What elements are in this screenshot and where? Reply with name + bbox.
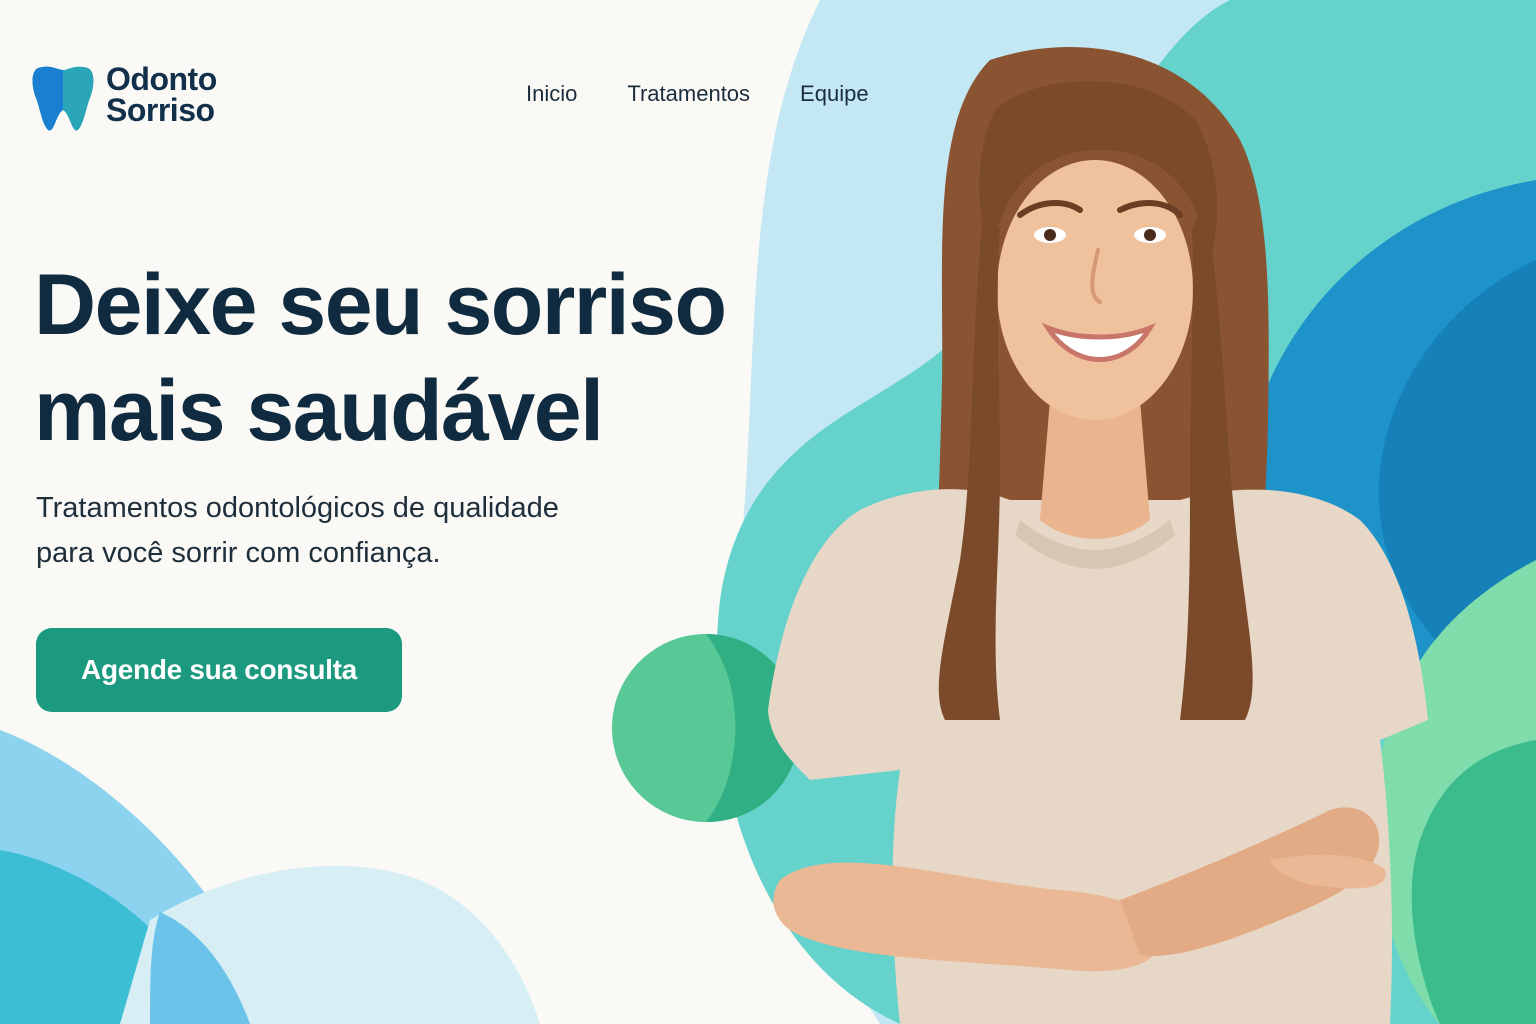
brand-name: Odonto Sorriso — [106, 61, 217, 128]
nav-item-equipe[interactable]: Equipe — [800, 80, 869, 108]
hero-title-line1: Deixe seu sorriso — [34, 257, 727, 353]
tooth-icon — [32, 66, 94, 131]
brand-name-line1: Odonto — [106, 61, 217, 97]
main-nav: Inicio Tratamentos Equipe — [526, 80, 869, 108]
book-appointment-button[interactable]: Agende sua consulta — [36, 628, 402, 712]
nav-item-inicio[interactable]: Inicio — [526, 80, 577, 108]
brand-logo[interactable]: Odonto Sorriso — [32, 61, 217, 132]
nav-item-tratamentos[interactable]: Tratamentos — [627, 80, 750, 108]
brand-name-line2: Sorriso — [106, 92, 215, 128]
hero-title: Deixe seu sorriso mais saudável — [34, 252, 727, 464]
hero-subtitle: Tratamentos odontológicos de qualidade p… — [36, 486, 559, 576]
hero-title-line2: mais saudável — [34, 363, 604, 459]
hero-subtitle-line1: Tratamentos odontológicos de qualidade — [36, 492, 559, 524]
hero-subtitle-line2: para você sorrir com confiança. — [36, 537, 441, 569]
